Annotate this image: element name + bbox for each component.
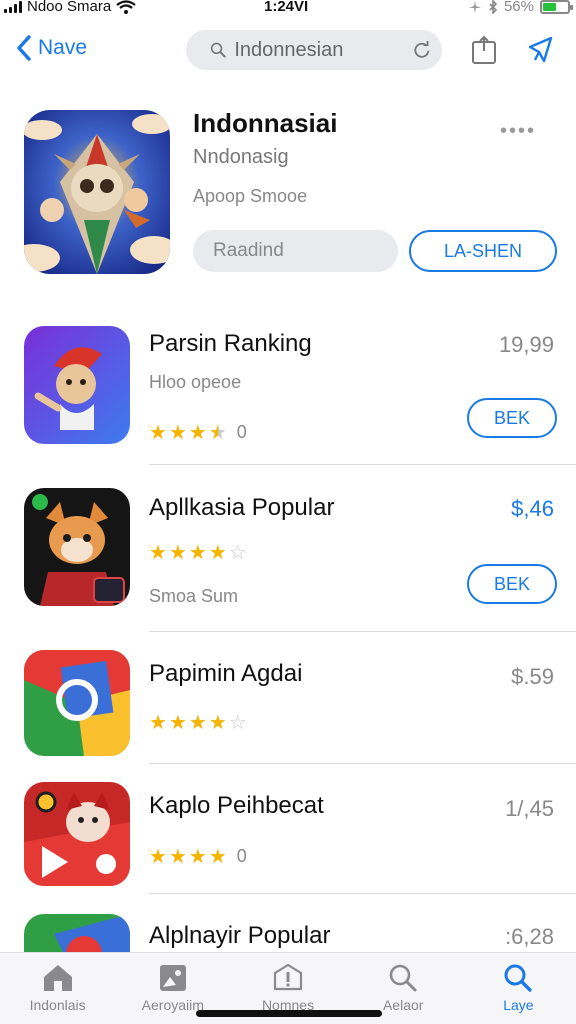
search-icon <box>389 964 417 992</box>
rating-count: 0 <box>236 422 247 442</box>
app-price: $.59 <box>511 664 554 689</box>
pin-icon <box>528 36 553 63</box>
status-time: 1:24VI <box>264 0 309 15</box>
back-button[interactable]: Nave <box>16 34 87 62</box>
home-icon <box>43 965 72 991</box>
featured-secondary-button[interactable]: Raadind <box>193 230 398 272</box>
star-icon: ★ <box>168 422 187 444</box>
app-title: Papimin Agdai <box>149 660 303 687</box>
star-icon: ★ <box>168 542 187 564</box>
star-icon: ★ <box>208 542 227 564</box>
status-left: Ndoo Smara <box>4 0 136 15</box>
app-icon <box>24 650 130 756</box>
wifi-icon <box>116 0 136 14</box>
half-star-icon: ★ <box>208 422 227 444</box>
battery-percent: 56% <box>503 0 534 15</box>
app-title: Apllkasia Popular <box>149 494 335 521</box>
star-icon: ★ <box>168 846 187 868</box>
star-icon: ★ <box>208 712 227 734</box>
airplane-icon <box>468 0 481 13</box>
star-icon: ★ <box>188 712 207 734</box>
carrier-label: Ndoo Smara <box>27 0 112 15</box>
app-price: 1/,45 <box>505 796 554 821</box>
battery-icon <box>540 0 573 14</box>
back-label: Nave <box>38 36 88 59</box>
get-button[interactable]: BEK <box>467 398 557 438</box>
featured-meta: Apoop Smooe <box>193 186 308 206</box>
rating-count: 0 <box>236 846 247 866</box>
app-title: Alplnayir Popular <box>149 922 331 949</box>
featured-title: Indonnasiai <box>193 108 338 138</box>
pin-button[interactable] <box>523 34 555 66</box>
status-right: 56% <box>468 0 573 15</box>
app-price: 19,99 <box>498 332 554 357</box>
app-subtitle: Smoa Sum <box>149 586 239 606</box>
list-item[interactable]: Alplnayir Popular :6,28 <box>0 912 576 952</box>
search-bar[interactable] <box>186 30 442 70</box>
share-button[interactable] <box>468 34 500 66</box>
app-icon <box>24 914 130 952</box>
tab-label: Aeroyaiim <box>141 997 204 1013</box>
search-icon <box>504 964 533 992</box>
tab-laye[interactable]: Laye <box>461 953 576 1024</box>
get-button[interactable]: BEK <box>467 564 557 604</box>
more-options-icon[interactable]: •••• <box>500 120 536 143</box>
rating-stars: ★ ★ ★ ★ 0 <box>149 844 247 869</box>
tab-label: Indonlais <box>29 997 86 1013</box>
app-icon <box>24 326 130 444</box>
empty-star-icon: ☆ <box>228 712 247 734</box>
divider <box>149 763 576 764</box>
star-icon: ★ <box>188 542 207 564</box>
search-icon <box>210 42 226 58</box>
home-indicator[interactable] <box>196 1010 382 1017</box>
star-icon: ★ <box>208 846 227 868</box>
rating-stars: ★ ★ ★ ★ ☆ <box>149 710 247 735</box>
share-icon <box>472 35 496 64</box>
tab-label: Laye <box>503 997 534 1013</box>
reload-icon[interactable] <box>412 38 432 62</box>
list-item[interactable]: Papimin Agdai $.59 ★ ★ ★ ★ ☆ <box>0 650 576 764</box>
featured-primary-button[interactable]: LA-SHEN <box>409 230 557 272</box>
signal-icon <box>4 0 22 13</box>
featured-app-icon[interactable] <box>24 110 170 274</box>
app-subtitle: Hloo opeoe <box>149 372 242 392</box>
alert-icon <box>273 963 303 991</box>
app-title: Parsin Ranking <box>149 330 312 357</box>
star-icon: ★ <box>149 422 167 444</box>
rating-stars: ★ ★ ★ ★ ☆ <box>149 540 247 565</box>
star-icon: ★ <box>149 542 167 564</box>
app-price: $,46 <box>511 496 554 521</box>
app-title: Kaplo Peihbecat <box>149 792 324 819</box>
divider <box>149 464 576 465</box>
empty-star-icon: ☆ <box>228 542 247 564</box>
list-item[interactable]: Kaplo Peihbecat 1/,45 ★ ★ ★ ★ 0 <box>0 782 576 894</box>
bluetooth-icon <box>489 0 498 14</box>
image-icon <box>159 965 186 991</box>
divider <box>149 893 576 894</box>
star-icon: ★ <box>168 712 187 734</box>
status-bar: Ndoo Smara 1:24VI 56% <box>0 0 576 18</box>
search-input[interactable] <box>234 38 405 62</box>
battery-fill <box>543 2 557 11</box>
star-icon: ★ <box>149 846 167 868</box>
featured-subtitle: Nndonasig <box>193 146 289 168</box>
star-icon: ★ <box>149 712 167 734</box>
star-icon: ★ <box>188 846 207 868</box>
list-item[interactable]: Parsin Ranking 19,99 Hloo opeoe ★ ★ ★ ★ … <box>0 326 576 465</box>
rating-stars: ★ ★ ★ ★ 0 <box>149 420 247 445</box>
app-icon <box>24 488 130 606</box>
star-icon: ★ <box>188 422 207 444</box>
list-item[interactable]: Apllkasia Popular $,46 ★ ★ ★ ★ ☆ Smoa Su… <box>0 486 576 632</box>
app-icon <box>24 782 130 886</box>
app-price: :6,28 <box>505 924 554 949</box>
divider <box>149 631 576 632</box>
tab-label: Aelaor <box>382 997 424 1013</box>
tab-indonlais[interactable]: Indonlais <box>0 953 115 1024</box>
chevron-left-icon <box>17 35 31 61</box>
